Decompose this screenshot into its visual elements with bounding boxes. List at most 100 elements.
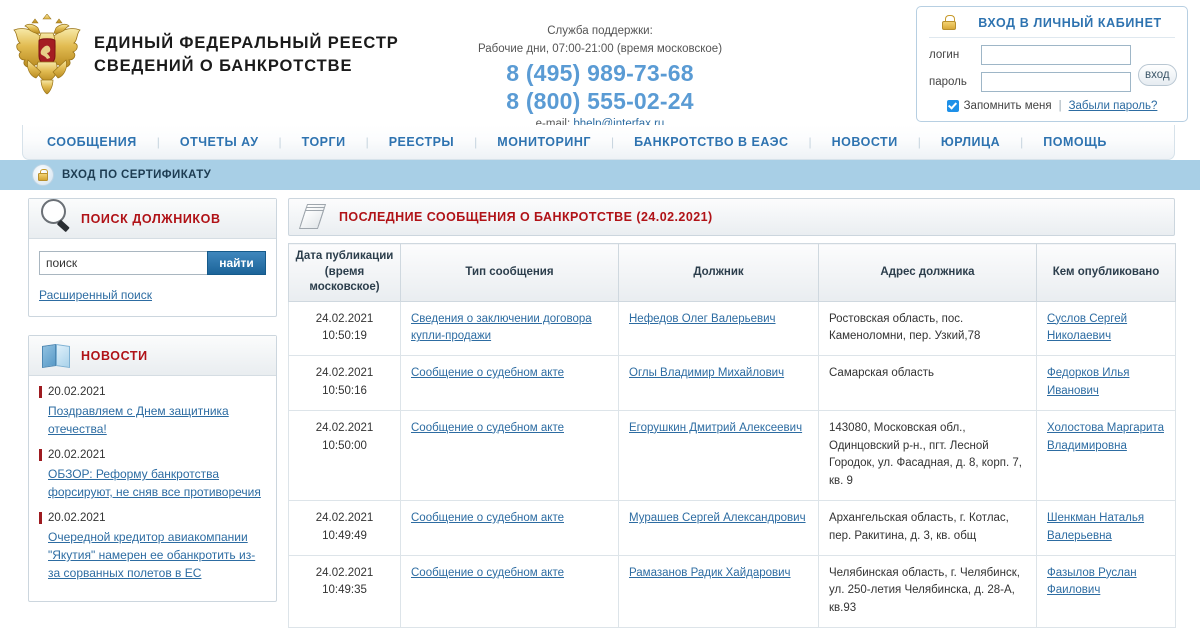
book-icon — [39, 341, 75, 371]
cell-debtor-address: Ростовская область, пос. Каменоломни, пе… — [818, 301, 1037, 357]
nav-item-6[interactable]: БАНКРОТСТВО В ЕАЭС — [630, 135, 792, 149]
password-field-row: пароль — [929, 72, 1131, 92]
nav-item-9[interactable]: ПОМОЩЬ — [1039, 135, 1111, 149]
search-icon — [37, 197, 77, 237]
news-item-link[interactable]: Поздравляем с Днем защитника отечества! — [39, 402, 266, 438]
forgot-password-link[interactable]: Забыли пароль? — [1069, 100, 1158, 112]
search-button[interactable]: найти — [207, 251, 266, 275]
nav-item-5[interactable]: МОНИТОРИНГ — [493, 135, 595, 149]
publication-time: 10:49:35 — [322, 584, 367, 597]
login-submit-button[interactable]: вход — [1138, 64, 1177, 86]
news-date-marker — [39, 386, 42, 398]
cell-debtor-address: Архангельская область, г. Котлас, пер. Р… — [818, 500, 1037, 556]
cell-publication-date: 24.02.2021 10:50:16 — [288, 355, 401, 411]
cell-debtor: Рамазанов Радик Хайдарович — [618, 555, 819, 628]
cell-debtor-address: Челябинская область, г. Челябинск, ул. 2… — [818, 555, 1037, 628]
cell-message-type: Сообщение о судебном акте — [400, 355, 619, 411]
published-by-link[interactable]: Фазылов Руслан Фаилович — [1047, 567, 1137, 597]
search-input[interactable] — [39, 251, 207, 275]
certificate-lock-icon — [32, 164, 54, 186]
nav-divider: | — [808, 135, 812, 149]
debtor-link[interactable]: Нефедов Олег Валерьевич — [629, 313, 776, 325]
remember-me-checkbox[interactable] — [946, 100, 959, 112]
nav-item-4[interactable]: РЕЕСТРЫ — [385, 135, 458, 149]
cell-debtor: Нефедов Олег Валерьевич — [618, 301, 819, 357]
column-header-date: Дата публикации (время московское) — [288, 243, 401, 302]
login-label: логин — [929, 49, 960, 61]
message-type-link[interactable]: Сообщение о судебном акте — [411, 512, 564, 524]
messages-table-header-row: Дата публикации (время московское) Тип с… — [288, 243, 1176, 302]
cell-debtor-address: Самарская область — [818, 355, 1037, 411]
cell-publication-date: 24.02.2021 10:49:35 — [288, 555, 401, 628]
table-row: 24.02.2021 10:50:00 Сообщение о судебном а… — [288, 410, 1176, 502]
news-date-marker — [39, 512, 42, 524]
cell-published-by: Фазылов Руслан Фаилович — [1036, 555, 1176, 628]
column-header-date-line2: (время московское) — [309, 265, 380, 294]
nav-item-3[interactable]: ТОРГИ — [298, 135, 350, 149]
nav-item-7[interactable]: НОВОСТИ — [828, 135, 902, 149]
message-type-link[interactable]: Сообщение о судебном акте — [411, 567, 564, 579]
debtor-search-panel: ПОИСК ДОЛЖНИКОВ найти Расширенный поиск — [28, 198, 277, 317]
column-header-type: Тип сообщения — [400, 243, 619, 302]
nav-divider: | — [610, 135, 615, 149]
cell-message-type: Сообщение о судебном акте — [400, 555, 619, 628]
documents-stack-icon — [298, 202, 329, 232]
message-type-link[interactable]: Сведения о заключении договора купли-про… — [411, 313, 592, 343]
debtor-link[interactable]: Егорушкин Дмитрий Алексеевич — [629, 422, 802, 434]
news-item-date: 20.02.2021 — [39, 386, 266, 398]
published-by-link[interactable]: Шенкман Наталья Валерьевна — [1047, 512, 1144, 542]
news-date-marker — [39, 449, 42, 461]
nav-item-8[interactable]: ЮРЛИЦА — [937, 135, 1004, 149]
search-row: найти — [39, 251, 266, 275]
certificate-login-link[interactable]: ВХОД ПО СЕРТИФИКАТУ — [62, 169, 211, 181]
table-row: 24.02.2021 10:50:19 Сведения о заключении … — [288, 301, 1176, 357]
debtor-search-title: ПОИСК ДОЛЖНИКОВ — [81, 211, 221, 226]
password-label: пароль — [929, 76, 967, 88]
publication-date: 24.02.2021 — [315, 312, 374, 325]
news-item-link[interactable]: Очередной кредитор авиакомпании "Якутия"… — [39, 528, 266, 582]
debtor-link[interactable]: Рамазанов Радик Хайдарович — [629, 567, 791, 579]
debtor-search-header: ПОИСК ДОЛЖНИКОВ — [29, 197, 276, 239]
login-panel-footer: Запомнить меня | Забыли пароль? — [929, 100, 1175, 112]
certificate-bar: ВХОД ПО СЕРТИФИКАТУ — [0, 160, 1200, 190]
password-input[interactable] — [981, 72, 1131, 92]
nav-divider: | — [278, 135, 282, 149]
support-phone-tollfree[interactable]: 8 (800) 555-02-24 — [440, 87, 760, 115]
nav-divider: | — [1020, 135, 1024, 149]
cell-message-type: Сообщение о судебном акте — [400, 500, 619, 556]
cell-message-type: Сведения о заключении договора купли-про… — [400, 301, 619, 357]
sidebar: ПОИСК ДОЛЖНИКОВ найти Расширенный поиск … — [28, 198, 277, 602]
remember-me-label: Запомнить меня — [963, 100, 1052, 112]
message-type-link[interactable]: Сообщение о судебном акте — [411, 422, 564, 434]
login-input[interactable] — [981, 45, 1131, 65]
site-title: ЕДИНЫЙ ФЕДЕРАЛЬНЫЙ РЕЕСТР СВЕДЕНИЙ О БАН… — [94, 32, 399, 78]
support-block: Служба поддержки: Рабочие дни, 07:00-21:… — [440, 23, 760, 130]
publication-date: 24.02.2021 — [315, 421, 374, 434]
publication-time: 10:50:16 — [322, 384, 367, 397]
nav-item-1[interactable]: СООБЩЕНИЯ — [43, 135, 141, 149]
published-by-link[interactable]: Федорков Илья Иванович — [1047, 367, 1129, 397]
news-item: 20.02.2021 Очередной кредитор авиакомпани… — [39, 512, 266, 582]
support-phone-primary[interactable]: 8 (495) 989-73-68 — [440, 59, 760, 87]
nav-divider: | — [474, 135, 478, 149]
advanced-search-link[interactable]: Расширенный поиск — [39, 288, 152, 302]
news-panel-title: НОВОСТИ — [81, 348, 148, 363]
table-row: 24.02.2021 10:49:49 Сообщение о судебном а… — [288, 500, 1176, 556]
nav-item-2[interactable]: ОТЧЕТЫ АУ — [176, 135, 263, 149]
message-type-link[interactable]: Сообщение о судебном акте — [411, 367, 564, 379]
publication-date: 24.02.2021 — [315, 566, 374, 579]
column-header-date-line1: Дата публикации — [295, 250, 394, 262]
login-panel-header: ВХОД В ЛИЧНЫЙ КАБИНЕТ — [929, 15, 1175, 38]
table-row: 24.02.2021 10:49:35 Сообщение о судебном а… — [288, 555, 1176, 628]
publication-date: 24.02.2021 — [315, 512, 374, 525]
debtor-link[interactable]: Мурашев Сергей Александрович — [629, 512, 806, 524]
site-header: ЕДИНЫЙ ФЕДЕРАЛЬНЫЙ РЕЕСТР СВЕДЕНИЙ О БАН… — [0, 0, 1200, 130]
published-by-link[interactable]: Холостова Маргарита Владимировна — [1047, 422, 1164, 452]
debtor-link[interactable]: Оглы Владимир Михайлович — [629, 367, 784, 379]
news-item-link[interactable]: ОБЗОР: Реформу банкротства форсируют, не… — [39, 465, 266, 501]
news-item-date: 20.02.2021 — [39, 512, 266, 524]
column-header-published-by: Кем опубликовано — [1036, 243, 1176, 302]
news-date-text: 20.02.2021 — [48, 512, 106, 524]
column-header-debtor: Должник — [618, 243, 819, 302]
published-by-link[interactable]: Суслов Сергей Николаевич — [1047, 313, 1127, 343]
